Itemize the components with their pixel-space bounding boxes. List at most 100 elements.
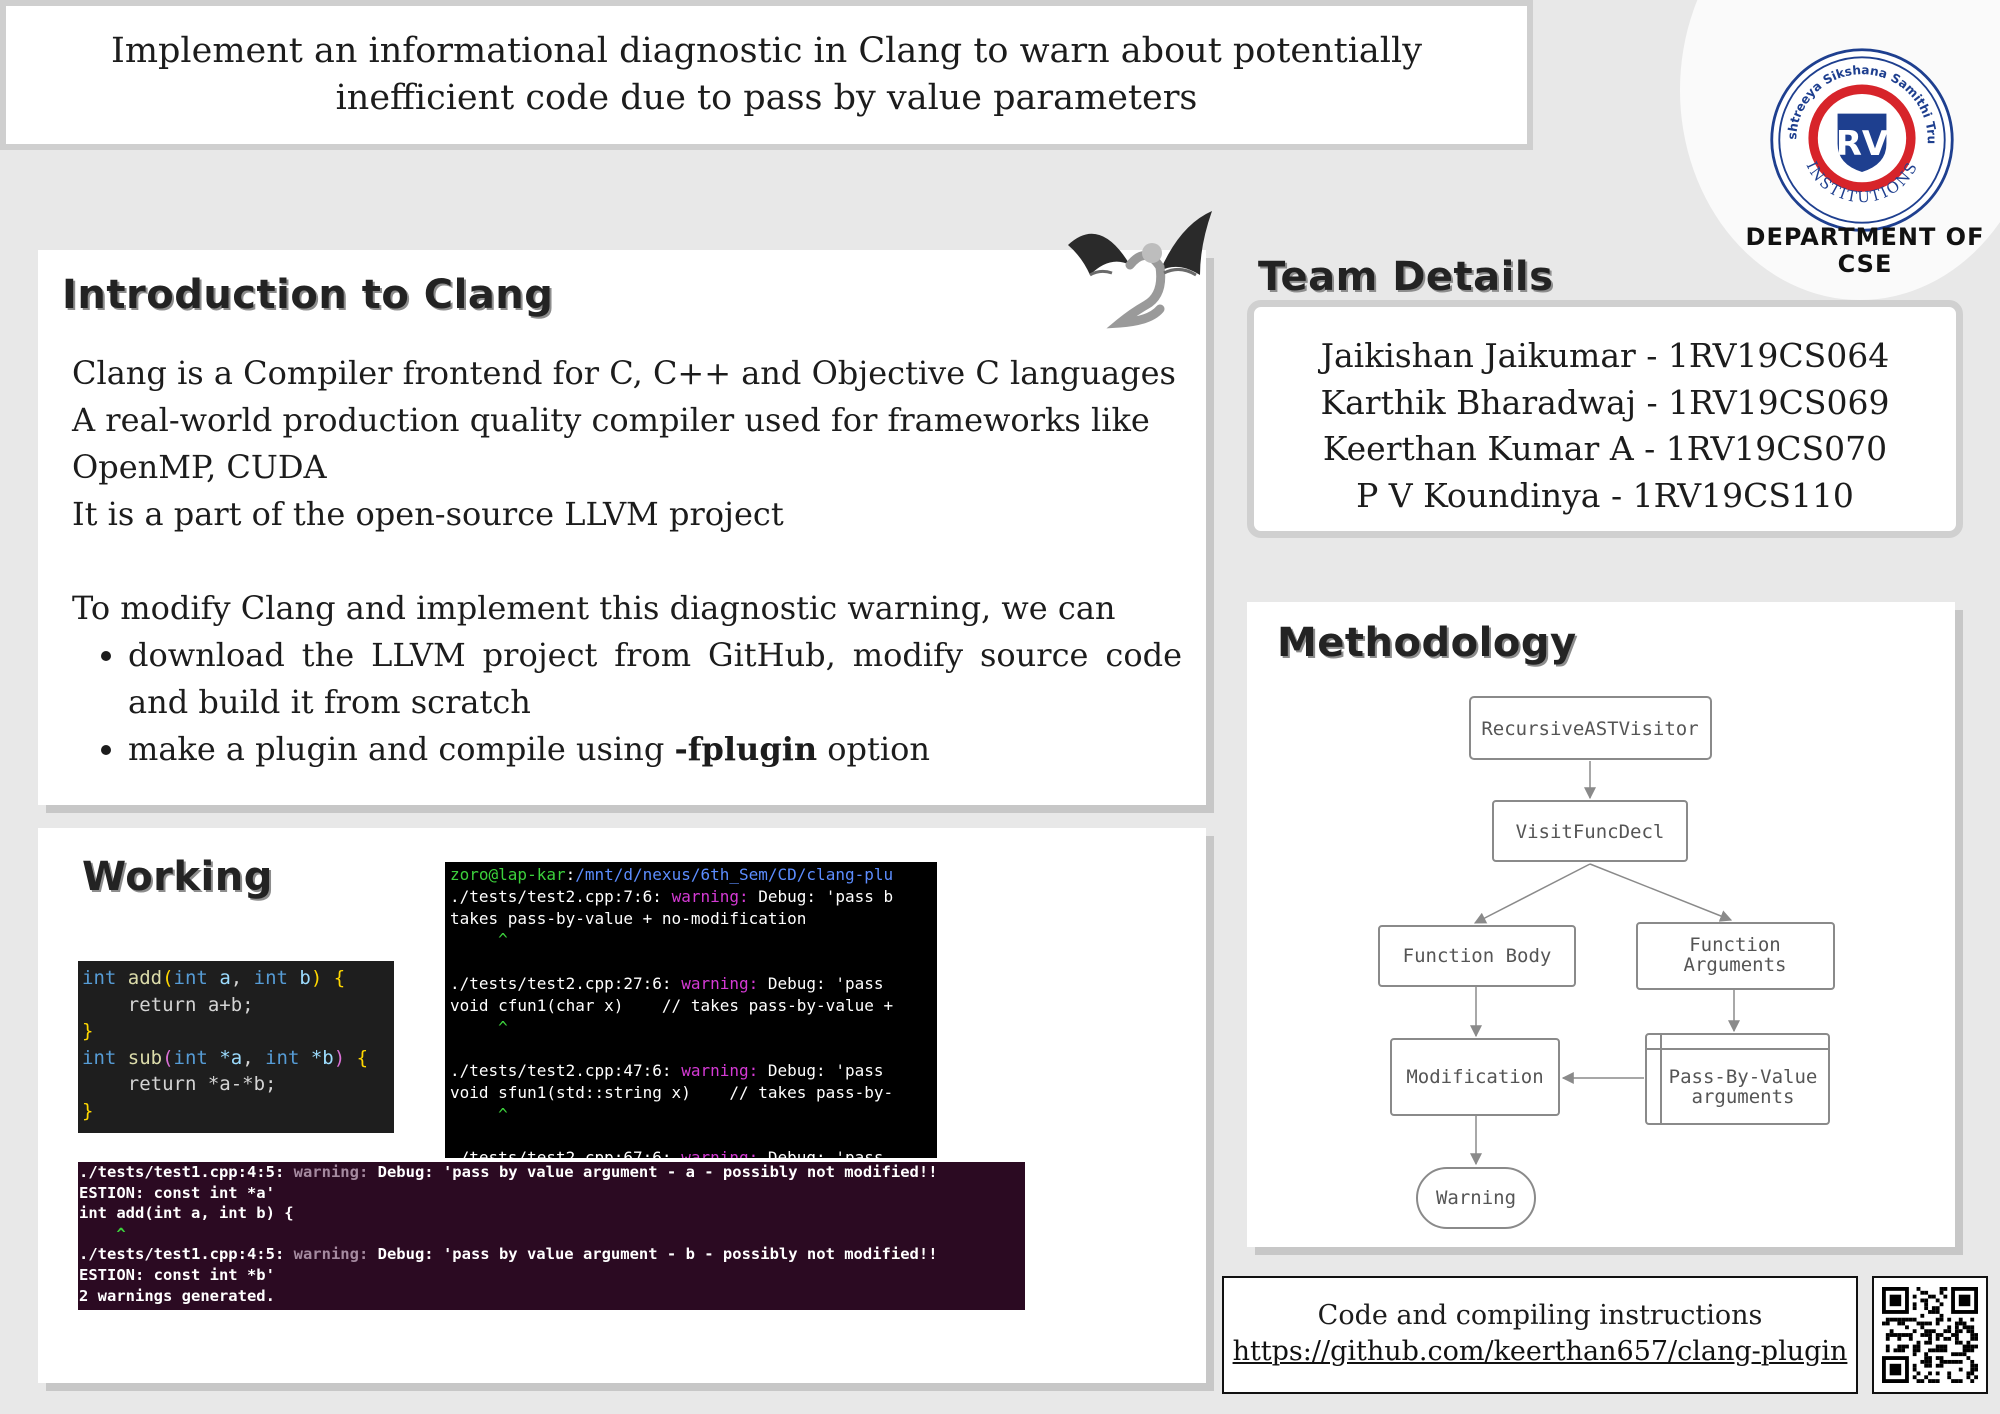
qr-module	[1970, 1371, 1975, 1376]
qr-module	[1939, 1333, 1944, 1337]
code-line: ESTION: const int *b'	[79, 1265, 1024, 1286]
qr-module	[1947, 1329, 1952, 1334]
code-token: warning:	[681, 973, 768, 993]
code-line: int add(int a, int b) {	[82, 965, 390, 992]
code-token: sub	[127, 1046, 163, 1069]
qr-module	[1974, 1336, 1978, 1341]
qr-module	[1912, 1348, 1917, 1353]
qr-module	[1943, 1287, 1948, 1291]
node-label: Arguments	[1684, 954, 1787, 976]
poster-title-box: Implement an informational diagnostic in…	[0, 0, 1533, 150]
github-link[interactable]: https://github.com/keerthan657/clang-plu…	[1233, 1336, 1848, 1367]
qr-module	[1924, 1363, 1929, 1368]
code-line: }	[82, 1098, 390, 1125]
code-line: ^	[450, 929, 932, 951]
qr-module	[1920, 1333, 1925, 1337]
qr-module	[1897, 1336, 1902, 1341]
qr-module	[1928, 1371, 1932, 1376]
qr-module	[1962, 1344, 1967, 1349]
qr-module	[1920, 1321, 1925, 1326]
node-label: Warning	[1436, 1187, 1516, 1209]
qr-module	[1935, 1379, 1940, 1383]
logo-center-text: RV	[1836, 124, 1889, 163]
code-token: ./tests/test2.cpp:7:6:	[450, 886, 672, 906]
code-token: ./tests/test2.cpp:47:6:	[450, 1061, 682, 1081]
qr-module	[1928, 1340, 1932, 1345]
qr-module	[1970, 1363, 1975, 1368]
code-token: warning:	[681, 1061, 768, 1081]
code-token: ./tests/test2.cpp:67:6:	[450, 1148, 682, 1158]
qr-module	[1951, 1359, 1955, 1364]
intro-bullet-text: option	[817, 730, 930, 768]
code-token: a	[219, 967, 231, 989]
qr-module	[1970, 1317, 1975, 1322]
qr-module	[1962, 1325, 1967, 1330]
team-heading: Team Details	[1258, 254, 1554, 300]
qr-module	[1908, 1336, 1913, 1341]
code-line: void sfun1(std::string x) // takes pass-…	[450, 1082, 932, 1104]
qr-module	[1958, 1329, 1963, 1334]
qr-module	[1916, 1287, 1921, 1291]
qr-module	[1893, 1333, 1898, 1337]
qr-module	[1974, 1367, 1978, 1372]
qr-module	[1939, 1344, 1944, 1349]
qr-module	[1901, 1317, 1906, 1322]
code-token: ^	[79, 1224, 126, 1243]
qr-module	[1954, 1333, 1959, 1337]
qr-module	[1924, 1356, 1929, 1360]
qr-module	[1928, 1363, 1932, 1368]
qr-module	[1928, 1321, 1932, 1326]
qr-module	[1916, 1371, 1921, 1376]
code-token: Debug: 'pass b	[758, 886, 894, 906]
code-token: ./tests/test1.cpp:4:5:	[79, 1245, 294, 1264]
qr-module	[1931, 1310, 1936, 1314]
qr-module	[1974, 1344, 1978, 1349]
poster-title: Implement an informational diagnostic in…	[111, 31, 1422, 118]
qr-module	[1935, 1356, 1940, 1360]
qr-module	[1935, 1344, 1940, 1349]
qr-module	[1916, 1348, 1921, 1353]
code-token: (	[162, 1046, 174, 1069]
qr-module	[1954, 1379, 1959, 1383]
qr-module	[1951, 1333, 1955, 1337]
qr-module	[1885, 1321, 1890, 1326]
department-label: DEPARTMENT OF CSE	[1745, 223, 1985, 278]
qr-module	[1897, 1344, 1902, 1349]
code-token: {	[322, 967, 346, 989]
team-member: P V Koundinya - 1RV19CS110	[1356, 475, 1854, 515]
qr-module	[1912, 1317, 1917, 1322]
qr-module	[1935, 1317, 1940, 1322]
working-card: Working int add(int a, int b) { return a…	[38, 828, 1206, 1383]
qr-module	[1970, 1348, 1975, 1353]
code-token: ESTION: const int *b'	[79, 1265, 275, 1284]
code-line: ESTION: const int *a'	[79, 1183, 1024, 1204]
ubuntu-terminal-screenshot: ./tests/test1.cpp:4:5: warning: Debug: '…	[78, 1162, 1025, 1310]
qr-module	[1935, 1310, 1940, 1314]
code-link-title: Code and compiling instructions	[1317, 1300, 1763, 1331]
intro-line: It is a part of the open-source LLVM pro…	[72, 495, 784, 533]
qr-module	[1943, 1348, 1948, 1353]
code-token: ./tests/test1.cpp:4:5:	[79, 1163, 294, 1181]
qr-module	[1889, 1329, 1894, 1334]
code-token: warning:	[293, 1245, 378, 1264]
qr-code-icon[interactable]	[1882, 1287, 1978, 1383]
qr-module	[1958, 1359, 1963, 1364]
qr-module	[1966, 1325, 1971, 1330]
intro-bullet: make a plugin and compile using -fplugin…	[128, 726, 1182, 773]
qr-module	[1954, 1340, 1959, 1345]
qr-module	[1924, 1306, 1929, 1311]
intro-bullet-text: download the LLVM project from GitHub, m…	[128, 636, 1182, 721]
team-member: Jaikishan Jaikumar - 1RV19CS064	[1320, 336, 1890, 375]
code-snippet-screenshot: int add(int a, int b) { return a+b;} int …	[78, 961, 394, 1133]
qr-module	[1931, 1329, 1936, 1334]
qr-module	[1893, 1348, 1898, 1353]
qr-module	[1966, 1375, 1971, 1380]
qr-module	[1889, 1363, 1902, 1376]
qr-module	[1939, 1356, 1944, 1360]
intro-line: Clang is a Compiler frontend for C, C++ …	[72, 354, 1176, 392]
code-line: ./tests/test2.cpp:67:6: warning: Debug: …	[450, 1147, 932, 1158]
code-line: return *a-*b;	[82, 1071, 390, 1098]
qr-module	[1970, 1359, 1975, 1364]
qr-module	[1935, 1298, 1940, 1303]
